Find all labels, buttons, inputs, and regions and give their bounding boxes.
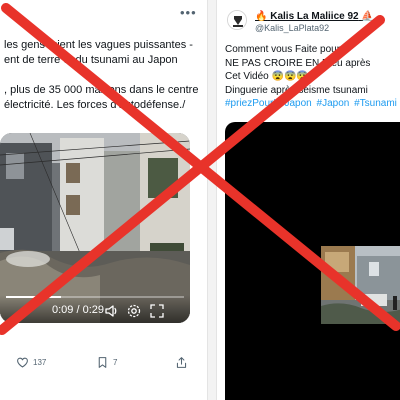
sailboat-icon: ⛵: [361, 11, 374, 22]
heart-icon: [17, 357, 28, 368]
hashtag-line: #priezPourLeJapon #Japon #Tsunami: [225, 97, 400, 111]
tweet-text-line: Comment vous Faite pour: [225, 44, 341, 55]
avatar[interactable]: [227, 10, 247, 30]
display-name-text: Kalis La Maliice 92: [270, 11, 359, 22]
tweet-text-line: [4, 68, 204, 83]
tweet-text-line: NE PAS CROIRE EN Dieu après: [225, 57, 371, 69]
video-time-readout: 0:09 / 0:29: [52, 304, 104, 316]
tweet-video-player[interactable]: 0:09 / 0:29: [0, 133, 190, 323]
right-tweet-text: Comment vous Faite pour NE PAS CROIRE EN…: [225, 43, 400, 111]
user-handle[interactable]: @Kalis_LaPlata92: [255, 23, 329, 33]
tweet-text-line: Cet Vidéo 😨😨😨: [225, 71, 309, 82]
tweet-text-line: ent de terre et du tsunami au Japon: [4, 54, 178, 66]
left-tweet: ••• les gens fuient les vagues puissante…: [0, 0, 208, 400]
tweet-text-line: les gens fuient les vagues puissantes -: [4, 39, 193, 51]
video-frame-image: [321, 246, 400, 324]
like-action[interactable]: 137: [16, 356, 46, 369]
bookmark-count: 7: [113, 358, 118, 367]
flame-icon: 🔥: [255, 11, 268, 22]
tweet-action-bar: 137 7: [0, 356, 207, 380]
display-name[interactable]: 🔥 Kalis La Maliice 92 ⛵: [255, 11, 374, 22]
fullscreen-icon[interactable]: [149, 303, 165, 319]
like-count: 137: [33, 358, 47, 367]
hashtag-link[interactable]: #Tsunami: [354, 98, 397, 109]
video-progress-fill: [6, 296, 62, 298]
video-controls-bar: 0:09 / 0:29: [0, 295, 190, 323]
volume-icon[interactable]: [104, 303, 120, 319]
bookmark-icon: [98, 357, 107, 368]
bookmark-action[interactable]: 7: [96, 356, 117, 369]
share-icon: [176, 357, 187, 368]
share-action[interactable]: [175, 356, 188, 369]
right-tweet: 🔥 Kalis La Maliice 92 ⛵ @Kalis_LaPlata92…: [216, 0, 400, 400]
left-tweet-text: les gens fuient les vagues puissantes - …: [4, 38, 204, 113]
video-thumbnail: [321, 246, 400, 324]
settings-icon[interactable]: [126, 303, 142, 319]
avatar-image: [228, 11, 246, 29]
hashtag-link[interactable]: #Japon: [317, 98, 350, 109]
more-icon[interactable]: •••: [180, 5, 197, 20]
tweet-text-line: , plus de 35 000 maisons dans le centre: [4, 84, 199, 96]
video-progress-bar[interactable]: [6, 296, 184, 298]
tweet-video-player[interactable]: [225, 122, 400, 400]
tweet-text-line: Dinguerie après séisme tsunami: [225, 84, 368, 96]
tweet-text-line: électricité. Les forces d'autodéfense./: [4, 99, 186, 111]
hashtag-link[interactable]: #priezPourLeJapon: [225, 98, 312, 109]
